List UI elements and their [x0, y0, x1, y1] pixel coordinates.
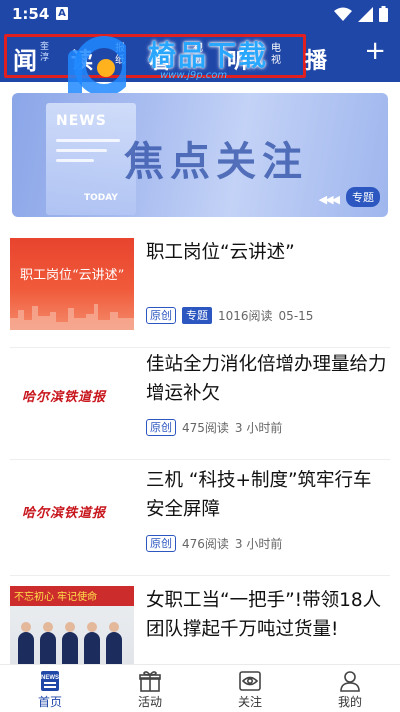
news-item[interactable]: 不忘初心 牢记使命 女职工当“一把手”!带领18人团队撑起千万吨过货量!: [10, 586, 390, 664]
newspaper-lines: [56, 139, 120, 169]
newspaper-logo-text: 哈尔滨铁道报: [22, 390, 107, 405]
banner-title: 焦点关注: [124, 139, 308, 185]
banner-topic-badge: 专题: [346, 187, 380, 207]
person-figure: [40, 622, 56, 664]
original-badge: 原创: [146, 419, 176, 436]
signal-icon: [358, 6, 373, 22]
app-logo-subtitle: 奎淳: [40, 42, 50, 63]
news-title: 佳站全力消化倍增办理量给力增运补欠: [146, 354, 387, 404]
publish-time: 3 小时前: [234, 537, 283, 551]
nav-mine[interactable]: 我的: [300, 665, 400, 712]
svg-text:NEWS: NEWS: [41, 675, 59, 681]
focus-banner[interactable]: NEWS TODAY 焦点关注 ◀◀◀ 专题: [12, 93, 388, 217]
news-thumbnail: 哈尔滨铁道报: [10, 350, 134, 442]
news-title: 女职工当“一把手”!带领18人团队撑起千万吨过货量!: [146, 590, 382, 640]
publish-time: 05-15: [278, 308, 314, 323]
wifi-icon: [334, 7, 352, 21]
news-meta: 原创 476阅读 3 小时前: [146, 535, 282, 552]
thumbnail-banner-text: 不忘初心 牢记使命: [14, 592, 98, 603]
thumbnail-text: 职工岗位“云讲述”: [20, 268, 125, 283]
person-figure: [62, 622, 78, 664]
divider: [10, 459, 390, 460]
nav-activity-label: 活动: [137, 695, 162, 709]
banner-arrows-icon: ◀◀◀: [318, 193, 340, 206]
gift-icon: [139, 671, 161, 692]
watermark-url: www.j9p.com: [160, 70, 228, 81]
status-bar: 1:54 A: [0, 0, 400, 28]
news-thumbnail: 职工岗位“云讲述”: [10, 238, 134, 330]
original-badge: 原创: [146, 535, 176, 552]
news-item[interactable]: 职工岗位“云讲述” 职工岗位“云讲述” 原创 专题 1016阅读 05-15: [10, 238, 390, 348]
news-item[interactable]: 哈尔滨铁道报 三机 “科技+制度”筑牢行车安全屏障 原创 476阅读 3 小时前: [10, 466, 390, 576]
nav-home-label: 首页: [37, 695, 62, 709]
news-thumbnail: 哈尔滨铁道报: [10, 466, 134, 558]
person-icon: [340, 671, 360, 692]
status-time: 1:54: [12, 5, 50, 23]
person-figure: [106, 622, 122, 664]
news-meta: 原创 475阅读 3 小时前: [146, 419, 282, 436]
eye-icon: [239, 671, 261, 691]
divider: [10, 347, 390, 348]
nav-follow[interactable]: 关注: [200, 665, 300, 712]
notification-a-icon: A: [56, 7, 68, 20]
news-item[interactable]: 哈尔滨铁道报 佳站全力消化倍增办理量给力增运补欠 原创 475阅读 3 小时前: [10, 350, 390, 460]
nav-follow-label: 关注: [237, 695, 262, 709]
banner-news-label: NEWS: [56, 113, 107, 129]
app-logo: 闻: [13, 46, 37, 75]
status-icons: [334, 6, 388, 22]
tab-tv-label[interactable]: 电视: [271, 43, 283, 75]
topic-badge: 专题: [182, 307, 212, 324]
nav-mine-label: 我的: [337, 695, 362, 709]
news-title: 三机 “科技+制度”筑牢行车安全屏障: [146, 470, 372, 520]
newspaper-logo-text: 哈尔滨铁道报: [22, 506, 107, 521]
watermark-text: 椅品下载: [148, 39, 269, 72]
read-count: 1016阅读: [218, 309, 273, 323]
news-thumbnail: 不忘初心 牢记使命: [10, 586, 134, 664]
person-figure: [18, 622, 34, 664]
read-count: 475阅读: [182, 421, 229, 435]
news-meta: 原创 专题 1016阅读 05-15: [146, 307, 313, 324]
original-badge: 原创: [146, 307, 176, 324]
person-figure: [84, 622, 100, 664]
battery-icon: [379, 6, 388, 22]
divider: [10, 575, 390, 576]
app-header: 闻 奎淳 读 报纸 看 视频 听 电视 播 椅品下载 www.j9p.com +: [0, 28, 400, 102]
publish-time: 3 小时前: [234, 421, 283, 435]
city-skyline-icon: [10, 304, 134, 330]
bottom-navigation: NEWS 首页 活动 关注 我的: [0, 664, 400, 712]
news-title: 职工岗位“云讲述”: [146, 242, 295, 263]
nav-home[interactable]: NEWS 首页: [0, 665, 100, 712]
read-count: 476阅读: [182, 537, 229, 551]
banner-today-label: TODAY: [84, 193, 118, 203]
add-button[interactable]: +: [364, 38, 386, 64]
home-news-icon: NEWS: [41, 671, 59, 691]
tab-broadcast[interactable]: 播: [305, 43, 327, 75]
nav-activity[interactable]: 活动: [100, 665, 200, 712]
